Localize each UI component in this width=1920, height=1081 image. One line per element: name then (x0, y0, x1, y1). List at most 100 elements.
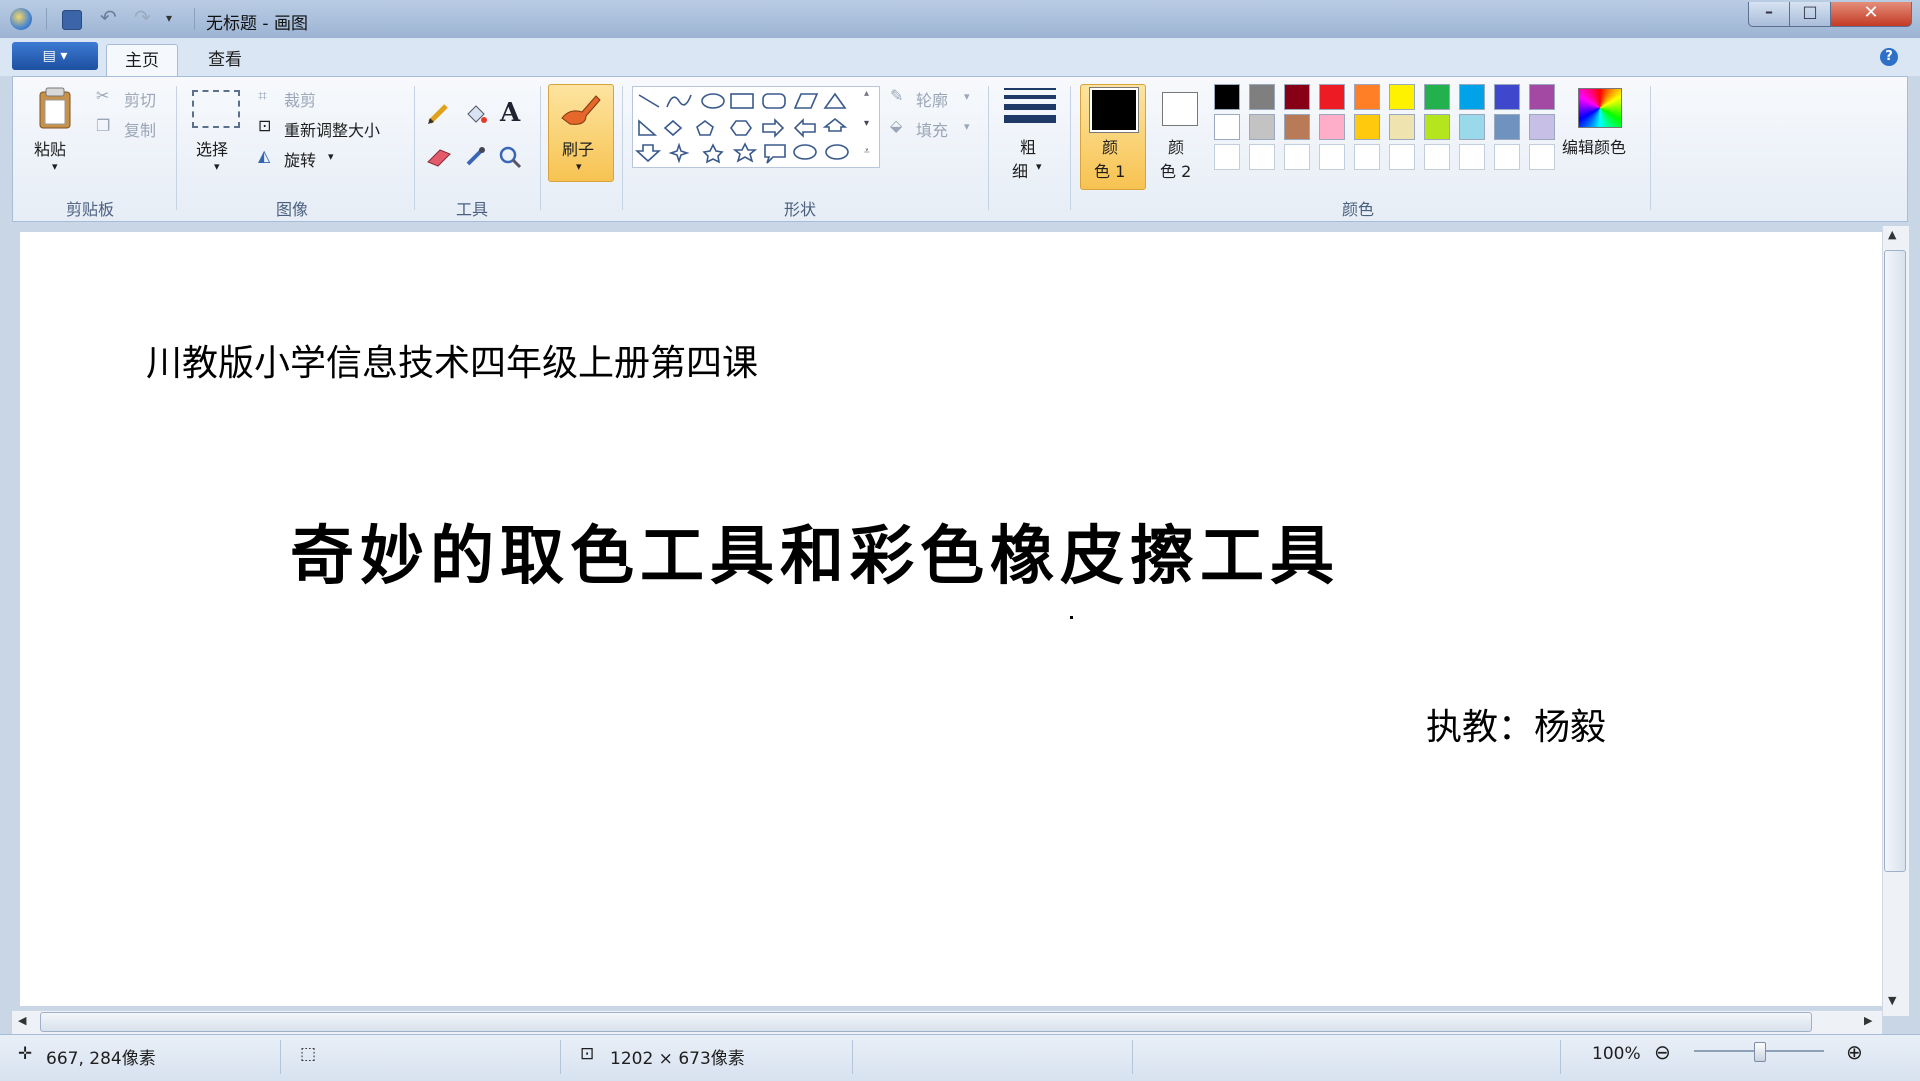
quick-access-menu-icon[interactable]: ▾ (166, 11, 188, 33)
cut-icon: ✂ (96, 86, 110, 105)
horizontal-scroll-thumb[interactable] (40, 1012, 1812, 1032)
color-swatch[interactable] (1389, 84, 1415, 110)
magnifier-icon[interactable] (496, 144, 526, 170)
redo-icon[interactable]: ↷ (134, 5, 156, 29)
resize-button[interactable]: 重新调整大小 (284, 117, 380, 141)
scroll-down-icon[interactable]: ▼ (1888, 994, 1896, 1007)
zoom-out-icon[interactable]: ⊖ (1654, 1040, 1671, 1064)
outline-button[interactable]: 轮廓 (916, 87, 948, 111)
shapes-gallery[interactable] (632, 86, 880, 168)
color-swatch[interactable] (1284, 144, 1310, 170)
group-label-image: 图像 (276, 200, 309, 219)
vertical-scroll-thumb[interactable] (1884, 250, 1906, 872)
size-label-top[interactable]: 粗 (1020, 134, 1036, 158)
paste-dropdown-icon[interactable]: ▾ (52, 160, 58, 173)
shapes-scroll-up-icon[interactable]: ▴ (864, 88, 869, 99)
color-swatch[interactable] (1389, 144, 1415, 170)
color-swatch[interactable] (1214, 114, 1240, 140)
minimize-button[interactable]: – (1748, 2, 1790, 27)
color-swatch[interactable] (1354, 144, 1380, 170)
color-swatch[interactable] (1424, 84, 1450, 110)
scroll-right-icon[interactable]: ▶ (1864, 1014, 1872, 1027)
color-swatch[interactable] (1529, 144, 1555, 170)
text-tool-icon[interactable]: A (500, 98, 520, 128)
eraser-icon[interactable] (424, 146, 454, 168)
color-swatch[interactable] (1494, 114, 1520, 140)
color2-label-bottom[interactable]: 色 2 (1160, 158, 1191, 182)
size-label-bottom[interactable]: 细 (1012, 158, 1028, 182)
zoom-slider-thumb[interactable] (1754, 1042, 1766, 1062)
separator (46, 8, 47, 30)
color1-label-bottom: 色 1 (1094, 162, 1126, 181)
canvas-author-text: 执教：杨毅 (1426, 707, 1607, 748)
undo-icon[interactable]: ↶ (100, 5, 122, 29)
tab-home[interactable]: 主页 (106, 44, 178, 77)
color-swatch[interactable] (1249, 84, 1275, 110)
color-swatch[interactable] (1424, 144, 1450, 170)
copy-button[interactable]: 复制 (124, 117, 156, 141)
color-swatch[interactable] (1389, 114, 1415, 140)
pencil-icon[interactable] (424, 100, 454, 128)
size-icon[interactable] (1004, 88, 1056, 124)
color-swatch[interactable] (1529, 84, 1555, 110)
rotate-button[interactable]: 旋转 (284, 147, 316, 171)
tab-view[interactable]: 查看 (190, 44, 260, 76)
group-separator (1070, 86, 1071, 210)
color-swatch[interactable] (1424, 114, 1450, 140)
save-icon[interactable] (62, 10, 82, 30)
color-swatch[interactable] (1459, 114, 1485, 140)
paint-app-icon[interactable] (10, 8, 32, 30)
color-swatch[interactable] (1249, 144, 1275, 170)
rotate-dropdown-icon[interactable]: ▾ (328, 150, 334, 163)
outline-dropdown-icon[interactable]: ▾ (964, 90, 970, 103)
color2-label-top[interactable]: 颜 (1168, 134, 1184, 158)
maximize-button[interactable]: □ (1789, 2, 1831, 27)
color2-swatch[interactable] (1162, 92, 1198, 126)
select-button[interactable]: 选择 (196, 136, 228, 160)
select-dropdown-icon[interactable]: ▾ (214, 160, 220, 173)
color-swatch[interactable] (1319, 144, 1345, 170)
color-swatch[interactable] (1319, 84, 1345, 110)
shapes-scroll-down-icon[interactable]: ▾ (864, 118, 869, 129)
color-swatch[interactable] (1354, 114, 1380, 140)
paint-menu-button[interactable]: ▤ ▾ (12, 42, 98, 70)
shapes-more-icon[interactable]: ⩡ (864, 146, 870, 157)
group-separator (414, 86, 415, 210)
cut-button[interactable]: 剪切 (124, 87, 156, 111)
scroll-left-icon[interactable]: ◀ (18, 1014, 26, 1027)
color-swatch[interactable] (1459, 84, 1485, 110)
canvas-dot (1070, 616, 1073, 619)
paste-icon[interactable] (36, 86, 74, 130)
color-swatch[interactable] (1214, 144, 1240, 170)
selection-size-icon: ⬚ (300, 1044, 317, 1064)
color-swatch[interactable] (1529, 114, 1555, 140)
close-button[interactable]: ✕ (1830, 2, 1912, 27)
color-swatch[interactable] (1284, 84, 1310, 110)
color-swatch[interactable] (1459, 144, 1485, 170)
paste-button[interactable]: 粘贴 (34, 136, 66, 160)
zoom-in-icon[interactable]: ⊕ (1846, 1040, 1863, 1064)
size-dropdown-icon[interactable]: ▾ (1036, 160, 1042, 173)
color-swatch[interactable] (1354, 84, 1380, 110)
color-swatch[interactable] (1284, 114, 1310, 140)
crop-icon: ⌗ (258, 86, 268, 105)
color-swatch[interactable] (1494, 84, 1520, 110)
fill-bucket-icon[interactable] (460, 100, 490, 128)
color-swatch[interactable] (1494, 144, 1520, 170)
color-swatch[interactable] (1319, 114, 1345, 140)
cursor-position: 667, 284像素 (46, 1049, 156, 1069)
edit-colors-icon[interactable] (1578, 88, 1622, 128)
fill-dropdown-icon[interactable]: ▾ (964, 120, 970, 133)
select-icon[interactable] (192, 90, 240, 128)
rotate-icon: ◭ (258, 146, 271, 165)
color-swatch[interactable] (1214, 84, 1240, 110)
help-icon[interactable]: ? (1880, 48, 1898, 66)
brushes-dropdown-icon[interactable]: ▾ (576, 160, 582, 173)
color-picker-icon[interactable] (460, 144, 490, 170)
fill-button[interactable]: 填充 (916, 117, 948, 141)
edit-colors-button[interactable]: 编辑颜色 (1562, 134, 1626, 158)
status-separator (1132, 1040, 1133, 1074)
color-swatch[interactable] (1249, 114, 1275, 140)
scroll-up-icon[interactable]: ▲ (1888, 228, 1896, 241)
crop-button[interactable]: 裁剪 (284, 87, 316, 111)
